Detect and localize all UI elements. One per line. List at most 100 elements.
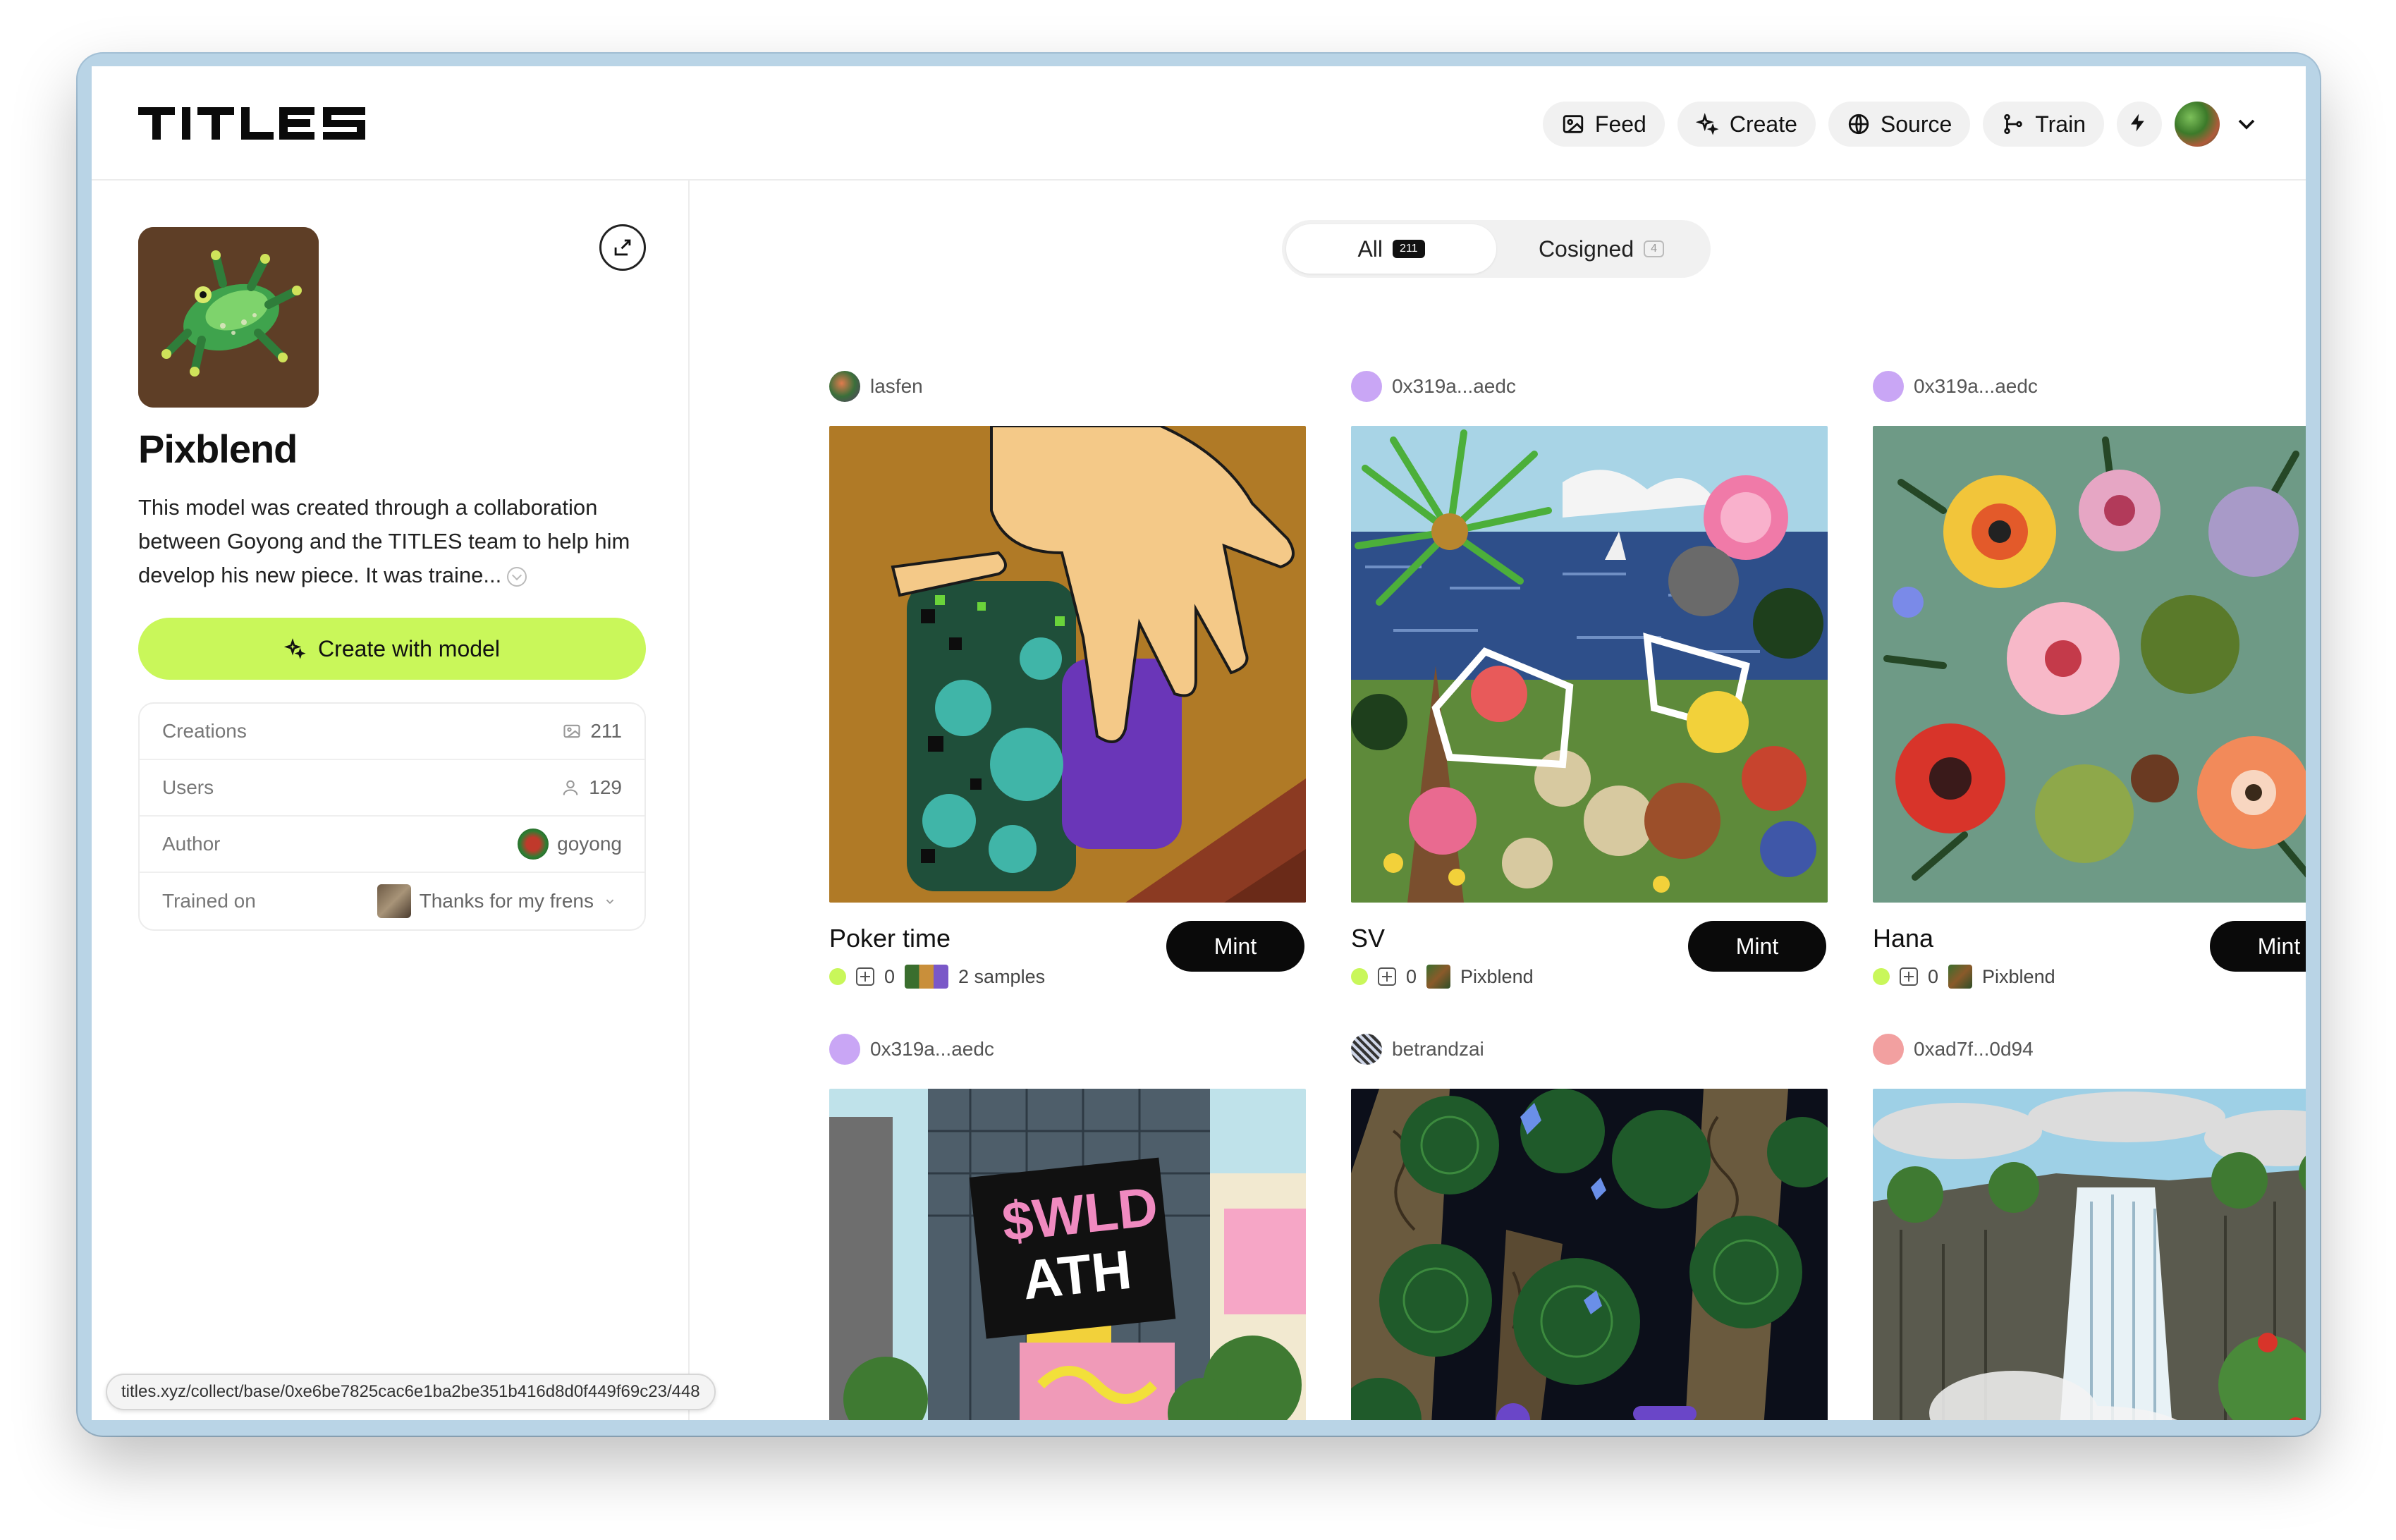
feed-label: Feed — [1594, 111, 1646, 137]
card-user[interactable]: lasfen — [829, 369, 1306, 403]
user-avatar — [1351, 1034, 1382, 1065]
model-thumbnail — [1948, 965, 1973, 989]
create-with-model-button[interactable]: Create with model — [138, 618, 646, 680]
status-dot — [829, 968, 846, 985]
model-thumbnail — [1426, 965, 1451, 989]
stat-value: 211 — [590, 720, 622, 742]
stat-author[interactable]: Author goyong — [140, 817, 644, 873]
model-title: Pixblend — [138, 427, 298, 471]
model-sidebar: Pixblend This model was created through … — [92, 181, 690, 1420]
user-icon — [561, 778, 580, 798]
stat-value-group: 211 — [562, 720, 622, 742]
stat-value-group: Thanks for my frens — [377, 884, 622, 918]
branch-icon — [2001, 112, 2025, 136]
app-window: Feed Create Source Train Pixblend This m… — [92, 66, 2306, 1420]
creation-card: 0x319a...aedc $WLD ATH — [829, 1032, 1306, 1420]
filter-toggle: All 211 Cosigned 4 — [1282, 220, 1711, 278]
card-source[interactable]: Pixblend — [1460, 966, 1534, 988]
stat-value: Thanks for my frens — [419, 890, 594, 912]
card-title[interactable]: Poker time — [829, 924, 951, 953]
train-button[interactable]: Train — [1983, 102, 2104, 147]
mint-button[interactable]: Mint — [1688, 921, 1826, 972]
titles-logo[interactable] — [138, 107, 365, 140]
top-header: Feed Create Source Train — [92, 66, 2306, 181]
source-button[interactable]: Source — [1828, 102, 1971, 147]
stat-value-group: 129 — [561, 776, 622, 799]
creation-image[interactable]: $WLD ATH — [829, 1089, 1306, 1420]
card-username: 0x319a...aedc — [870, 1038, 994, 1060]
chevron-down-icon — [602, 891, 622, 911]
source-label: Source — [1880, 111, 1952, 137]
card-meta: 0 Pixblend — [1873, 965, 2055, 989]
chevron-down-icon[interactable] — [2232, 110, 2261, 138]
stat-label: Author — [162, 833, 221, 855]
creation-image[interactable] — [829, 426, 1306, 903]
card-source[interactable]: Pixblend — [1982, 966, 2055, 988]
stat-trained-on[interactable]: Trained on Thanks for my frens — [140, 873, 644, 929]
dataset-thumbnail — [377, 884, 411, 918]
card-title[interactable]: Hana — [1873, 924, 1933, 953]
stat-label: Users — [162, 776, 214, 798]
share-icon — [614, 239, 631, 256]
card-footer: Poker time 0 2 samples Mint — [829, 903, 1306, 1008]
filter-cosigned-tab[interactable]: Cosigned 4 — [1496, 224, 1706, 274]
expand-description-icon[interactable] — [507, 566, 527, 587]
card-username: 0x319a...aedc — [1914, 375, 2038, 397]
status-bar-url: titles.xyz/collect/base/0xe6be7825cac6e1… — [106, 1374, 716, 1410]
filter-cosigned-count: 4 — [1644, 240, 1665, 257]
card-meta: 0 2 samples — [829, 965, 1045, 989]
card-user[interactable]: betrandzai — [1351, 1032, 1828, 1066]
creation-card: lasfen Poker time 0 2 samples Mint — [829, 369, 1306, 1008]
card-username: betrandzai — [1392, 1038, 1484, 1060]
share-button[interactable] — [599, 224, 646, 271]
mint-button[interactable]: Mint — [2210, 921, 2306, 972]
user-avatar — [829, 371, 860, 402]
sparkle-icon — [284, 638, 306, 659]
create-button[interactable]: Create — [1677, 102, 1816, 147]
user-avatar — [1351, 371, 1382, 402]
collect-count: 0 — [1928, 965, 1939, 987]
user-avatar — [1873, 371, 1904, 402]
filter-all-label: All — [1357, 236, 1383, 262]
card-user[interactable]: 0x319a...aedc — [1351, 369, 1828, 403]
stat-creations: Creations 211 — [140, 704, 644, 760]
model-description: This model was created through a collabo… — [138, 491, 646, 592]
collect-count-icon — [1900, 967, 1918, 986]
top-nav: Feed Create Source Train — [1542, 102, 2261, 147]
model-thumbnail — [138, 227, 319, 408]
image-icon — [562, 721, 582, 741]
create-with-model-label: Create with model — [318, 635, 500, 661]
card-title[interactable]: SV — [1351, 924, 1385, 953]
image-icon — [1561, 112, 1585, 136]
creation-image[interactable] — [1351, 1089, 1828, 1420]
sample-thumbnails — [905, 965, 949, 989]
card-username: lasfen — [870, 375, 923, 397]
creation-image[interactable] — [1351, 426, 1828, 903]
creation-image[interactable] — [1873, 426, 2306, 903]
collect-count-icon — [1378, 967, 1396, 986]
card-footer: Hana 0 Pixblend Mint — [1873, 903, 2306, 1008]
collect-count-icon — [856, 967, 874, 986]
model-stats: Creations 211 Users 129 Author goyong Tr… — [138, 702, 646, 931]
card-user[interactable]: 0x319a...aedc — [1873, 369, 2306, 403]
card-user[interactable]: 0xad7f...0d94 — [1873, 1032, 2306, 1066]
stat-value-group: goyong — [518, 829, 622, 860]
create-label: Create — [1729, 111, 1797, 137]
user-avatar[interactable] — [2175, 102, 2220, 147]
bolt-button[interactable] — [2117, 102, 2162, 147]
creation-image[interactable] — [1873, 1089, 2306, 1420]
card-source[interactable]: 2 samples — [958, 966, 1045, 988]
card-footer: SV 0 Pixblend Mint — [1351, 903, 1828, 1008]
stat-value: goyong — [557, 833, 622, 855]
mint-button[interactable]: Mint — [1166, 921, 1304, 972]
filter-cosigned-label: Cosigned — [1538, 236, 1634, 262]
svg-text:ATH: ATH — [1020, 1238, 1135, 1312]
creation-card: betrandzai — [1351, 1032, 1828, 1420]
feed-button[interactable]: Feed — [1542, 102, 1665, 147]
card-meta: 0 Pixblend — [1351, 965, 1534, 989]
creation-card: 0x319a...aedc — [1873, 369, 2306, 1008]
filter-all-tab[interactable]: All 211 — [1286, 224, 1496, 274]
stat-label: Trained on — [162, 890, 256, 912]
creation-card: 0x319a...aedc — [1351, 369, 1828, 1008]
card-user[interactable]: 0x319a...aedc — [829, 1032, 1306, 1066]
